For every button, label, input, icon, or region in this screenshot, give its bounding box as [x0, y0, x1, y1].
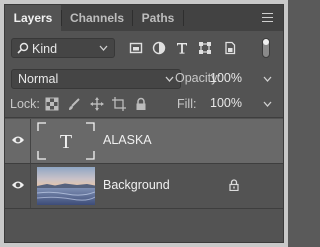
layers-panel: Layers Channels Paths Kind Normal Opacit… [4, 4, 284, 243]
eye-icon[interactable] [11, 135, 25, 145]
panel-tab-bar: Layers Channels Paths [5, 5, 283, 31]
lock-position-icon[interactable] [90, 97, 104, 111]
fill-chevron-icon[interactable] [263, 98, 272, 110]
filter-kind-select[interactable]: Kind [11, 38, 115, 58]
eye-icon[interactable] [11, 180, 25, 190]
tab-channels[interactable]: Channels [62, 5, 132, 31]
lock-artboard-icon[interactable] [112, 97, 126, 111]
type-filter-icon[interactable] [175, 41, 189, 55]
layer-row-alaska[interactable]: T ALASKA [5, 119, 283, 163]
fill-field[interactable]: 100% [204, 94, 260, 114]
fill-label: Fill: [177, 97, 197, 111]
adjustment-filter-icon[interactable] [152, 41, 166, 55]
filter-toggle[interactable] [262, 38, 270, 58]
search-icon [17, 42, 29, 54]
opacity-chevron-icon[interactable] [263, 73, 272, 85]
smart-object-filter-icon[interactable] [223, 41, 237, 55]
hamburger-menu-icon[interactable] [262, 13, 273, 22]
text-layer-glyph: T [60, 131, 72, 153]
visibility-column [5, 119, 31, 163]
layer-name: Background [103, 178, 170, 192]
visibility-column [5, 164, 31, 208]
blend-mode-value: Normal [18, 72, 59, 86]
layer-divider [5, 208, 283, 209]
chevron-down-icon [99, 45, 108, 51]
layer-row-background[interactable]: Background [5, 164, 283, 208]
opacity-field[interactable]: 100% [204, 69, 260, 89]
tab-paths[interactable]: Paths [133, 5, 183, 31]
lock-transparent-pixels-icon[interactable] [45, 97, 59, 111]
screenshot-frame: Layers Channels Paths Kind Normal Opacit… [0, 0, 288, 247]
blend-mode-select[interactable]: Normal [11, 69, 181, 89]
chevron-down-icon [165, 76, 174, 82]
fill-value: 100% [210, 96, 242, 110]
lock-all-icon[interactable] [134, 97, 148, 111]
opacity-value: 100% [210, 71, 242, 85]
tab-separator [183, 10, 184, 26]
shape-filter-icon[interactable] [198, 41, 212, 55]
tab-layers[interactable]: Layers [5, 5, 61, 31]
text-layer-thumbnail: T [37, 122, 95, 160]
layer-name: ALASKA [103, 133, 152, 147]
lock-icon [229, 179, 239, 191]
layers-divider [5, 117, 283, 118]
lock-label: Lock: [10, 97, 40, 111]
background-layer-thumbnail [37, 167, 95, 205]
lock-image-pixels-icon[interactable] [67, 97, 81, 111]
pixel-filter-icon[interactable] [129, 41, 143, 55]
filter-kind-label: Kind [32, 42, 58, 56]
